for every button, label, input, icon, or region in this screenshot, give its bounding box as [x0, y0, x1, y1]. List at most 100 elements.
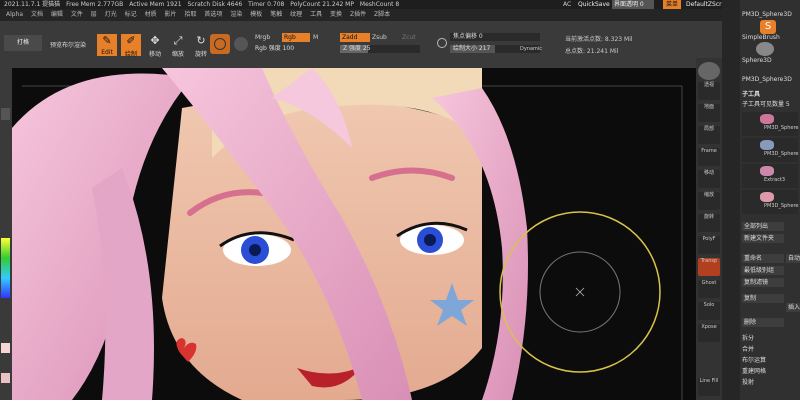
new-folder-button[interactable]: 新建文件夹 — [742, 234, 784, 243]
edit-icon: ✎ — [102, 34, 112, 47]
shelf-button-ghost[interactable]: Ghost — [698, 280, 720, 298]
menu-item[interactable]: 文件 — [71, 11, 83, 18]
project-section[interactable]: 投射 — [742, 378, 754, 388]
subtool-item-1[interactable]: PM3D_Sphere — [742, 112, 798, 136]
ac-label: AC — [563, 1, 572, 8]
m-button[interactable]: M — [313, 34, 318, 41]
rotate-icon: ↻ — [196, 34, 206, 47]
subtool-item-4[interactable]: PM3D_Sphere — [742, 190, 798, 214]
z-intensity-slider[interactable]: Z 强度 25 — [340, 45, 420, 53]
menu-item[interactable]: Alpha — [6, 11, 23, 18]
scale-label: 缩放 — [171, 51, 184, 58]
menu-item[interactable]: 首选项 — [204, 11, 222, 18]
sphere3d-icon[interactable] — [756, 42, 774, 56]
shelf-button-polyf[interactable]: PolyF — [698, 236, 720, 254]
z-intensity-label: Z 强度 25 — [343, 45, 371, 52]
subtool-item-2[interactable]: PM3D_Sphere — [742, 138, 798, 162]
menu-item[interactable]: 文档 — [31, 11, 43, 18]
menu-item[interactable]: 渲染 — [230, 11, 242, 18]
left-tray — [0, 68, 12, 400]
auto-button[interactable]: 自动 — [786, 254, 800, 263]
remesh-section[interactable]: 重建网格 — [742, 367, 766, 377]
menu-item[interactable]: 变换 — [330, 11, 342, 18]
menu-toggle-button[interactable]: 菜单 — [663, 0, 682, 9]
secondary-color-swatch[interactable] — [1, 373, 10, 383]
dynamic-button[interactable]: Dynamic — [520, 46, 542, 52]
subtool-item-3[interactable]: Extract3 — [742, 164, 798, 188]
brush-thumbnail[interactable] — [210, 34, 230, 54]
rgb-intensity-slider[interactable]: Rgb 强度 100 — [252, 45, 332, 53]
zadd-button[interactable]: Zadd — [340, 33, 370, 42]
quicksave-button[interactable]: QuickSave — [578, 0, 610, 9]
menu-item[interactable]: 编辑 — [51, 11, 63, 18]
shelf-button-linefill[interactable]: Line Fill — [698, 378, 720, 396]
zcut-button[interactable]: Zcut — [402, 34, 416, 41]
copy-button[interactable]: 复制 — [742, 294, 784, 303]
toolbar: 打格 预览布尔渲染 ✎ Edit ✐ 绘制 ✥ 移动 ⤢ 缩放 ↻ 旋转 Mrg… — [0, 21, 730, 69]
merge-section[interactable]: 合并 — [742, 345, 754, 355]
preview-boolean-button[interactable]: 预览布尔渲染 — [50, 40, 86, 49]
active-mem: Active Mem 1921 — [129, 1, 182, 8]
boolean-section[interactable]: 布尔运算 — [742, 356, 766, 366]
shelf-button-scale[interactable]: 缩放 — [698, 192, 720, 210]
scale-button[interactable]: ⤢ 缩放 — [168, 34, 188, 58]
material-icon[interactable] — [234, 37, 248, 51]
shelf-button-perspective[interactable]: 透视 — [698, 82, 720, 100]
mrgb-button[interactable]: Mrgb — [255, 34, 270, 41]
draw-icon: ✐ — [126, 34, 136, 47]
delete-button[interactable]: 删除 — [742, 318, 784, 327]
shelf-button-rotate[interactable]: 旋转 — [698, 214, 720, 232]
free-mem: Free Mem 2.777GB — [66, 1, 124, 8]
menu-item[interactable]: 灯光 — [105, 11, 117, 18]
shelf-button-transp[interactable]: Transp — [698, 258, 720, 276]
shelf-button-solo[interactable]: Solo — [698, 302, 720, 320]
edit-label: Edit — [101, 49, 113, 56]
focal-shift-slider[interactable]: 焦点偏移 0 — [450, 33, 540, 41]
split-section[interactable]: 拆分 — [742, 334, 754, 344]
shelf-button-frame[interactable]: Frame — [698, 148, 720, 166]
sphere3d-label: Sphere3D — [742, 57, 772, 64]
zsub-button[interactable]: Zsub — [372, 34, 387, 41]
open-button[interactable]: 打格 — [4, 35, 42, 51]
menu-item[interactable]: 层 — [91, 11, 97, 18]
menu-item[interactable]: 拾取 — [184, 11, 196, 18]
tray-button[interactable] — [1, 108, 10, 120]
rgb-button[interactable]: Rgb — [282, 33, 310, 42]
shelf-button-floor[interactable]: 地面 — [698, 104, 720, 122]
subtool-item-label: PM3D_Sphere — [764, 125, 799, 131]
panel-scroll-strip[interactable] — [722, 0, 740, 400]
shelf-button-local[interactable]: 局部 — [698, 126, 720, 144]
rotate-button[interactable]: ↻ 旋转 — [191, 34, 211, 58]
menu-item[interactable]: 模板 — [250, 11, 262, 18]
sphere-icon[interactable] — [698, 62, 720, 80]
draw-label: 绘制 — [124, 51, 137, 58]
copy-filter-button[interactable]: 复制滤镜 — [742, 278, 784, 287]
rename-button[interactable]: 重命名 — [742, 254, 784, 263]
menu-item[interactable]: 纹理 — [290, 11, 302, 18]
menu-item[interactable]: 标记 — [125, 11, 137, 18]
viewport-canvas[interactable] — [12, 68, 696, 400]
shelf-button-move[interactable]: 移动 — [698, 170, 720, 188]
main-color-swatch[interactable] — [1, 343, 10, 353]
list-all-button[interactable]: 全部列出 — [742, 222, 784, 231]
simplebrush-icon[interactable]: S — [760, 20, 776, 34]
draw-size-label: 绘制大小 217 — [453, 45, 491, 52]
menu-item[interactable]: Z插件 — [350, 11, 366, 18]
move-button[interactable]: ✥ 移动 — [145, 34, 165, 58]
menu-item[interactable]: 材质 — [145, 11, 157, 18]
timer: Timer 0.708 — [248, 1, 285, 8]
menu-item[interactable]: Z脚本 — [374, 11, 390, 18]
edit-button[interactable]: ✎ Edit — [97, 34, 117, 56]
rgb-intensity-label: Rgb 强度 100 — [255, 45, 295, 52]
menu-item[interactable]: 影片 — [165, 11, 177, 18]
min-sort-button[interactable]: 最低级别组 — [742, 266, 784, 275]
menu-item[interactable]: 工具 — [310, 11, 322, 18]
subtool-header[interactable]: 子工具 — [742, 90, 760, 100]
extract-thumbnail-icon — [760, 166, 774, 176]
shelf-button-xpose[interactable]: Xpose — [698, 324, 720, 342]
color-picker[interactable] — [1, 238, 10, 298]
draw-button[interactable]: ✐ 绘制 — [121, 34, 141, 58]
transparency-slider[interactable]: 界面透明 0 — [612, 0, 654, 9]
menu-item[interactable]: 笔触 — [270, 11, 282, 18]
append-button[interactable]: 插入 — [786, 303, 800, 312]
